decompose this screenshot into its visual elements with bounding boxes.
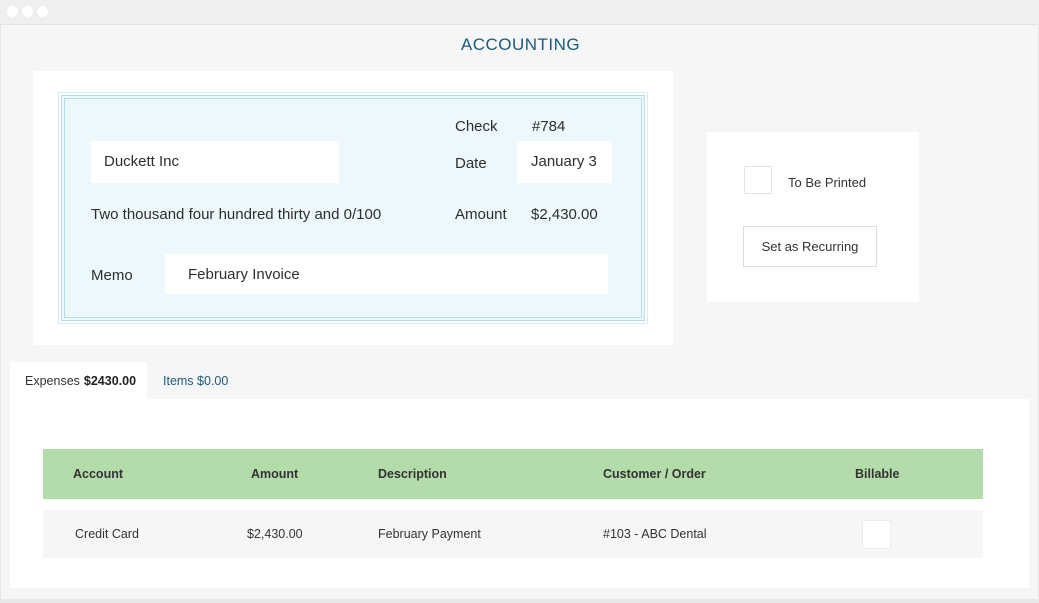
amount-label: Amount <box>455 206 507 223</box>
window-bottom-border <box>0 599 1039 603</box>
check-form: Check #784 Duckett Inc Date January 3 Tw… <box>58 92 648 324</box>
window-maximize-dot[interactable] <box>37 6 48 17</box>
memo-label: Memo <box>91 267 133 284</box>
cell-amount[interactable]: $2,430.00 <box>247 510 303 558</box>
tab-expenses-label: Expenses <box>25 374 80 388</box>
app-window: ACCOUNTING Check #784 Duckett Inc Date J… <box>0 25 1039 599</box>
column-header-customer-order: Customer / Order <box>603 467 706 481</box>
amount-in-words: Two thousand four hundred thirty and 0/1… <box>91 206 382 223</box>
cell-description[interactable]: February Payment <box>378 510 481 558</box>
tab-items-label: Items $0.00 <box>163 374 229 388</box>
column-header-description: Description <box>378 467 447 481</box>
payee-value: Duckett Inc <box>104 153 180 170</box>
check-number-label: Check <box>455 118 498 135</box>
amount-value[interactable]: $2,430.00 <box>531 206 598 223</box>
expenses-panel: Account Amount Description Customer / Or… <box>10 399 1029 588</box>
payee-field[interactable]: Duckett Inc <box>91 141 339 183</box>
table-row[interactable]: Credit Card $2,430.00 February Payment #… <box>43 510 983 558</box>
billable-checkbox[interactable] <box>862 520 891 549</box>
memo-field[interactable]: February Invoice <box>165 254 608 294</box>
check-options-panel: To Be Printed Set as Recurring <box>707 132 919 302</box>
window-close-dot[interactable] <box>7 6 18 17</box>
check-number-value: #784 <box>532 118 566 135</box>
memo-value: February Invoice <box>188 266 300 283</box>
table-header: Account Amount Description Customer / Or… <box>43 449 983 499</box>
check-panel: Check #784 Duckett Inc Date January 3 Tw… <box>33 71 673 345</box>
tab-expenses-amount: $2430.00 <box>83 374 137 388</box>
window-titlebar <box>0 0 1039 25</box>
cell-customer-order[interactable]: #103 - ABC Dental <box>603 510 707 558</box>
window-minimize-dot[interactable] <box>22 6 33 17</box>
to-be-printed-checkbox[interactable] <box>744 166 772 194</box>
date-value: January 3 <box>531 153 597 170</box>
tab-items[interactable]: Items $0.00 <box>147 362 267 400</box>
column-header-billable: Billable <box>855 467 900 481</box>
date-field[interactable]: January 3 <box>517 141 612 183</box>
cell-account[interactable]: Credit Card <box>75 510 139 558</box>
to-be-printed-label: To Be Printed <box>788 175 867 190</box>
date-label: Date <box>455 155 487 172</box>
tab-expenses[interactable]: Expenses $2430.00 <box>10 362 147 400</box>
column-header-amount: Amount <box>251 467 299 481</box>
page-title: ACCOUNTING <box>460 35 581 54</box>
set-as-recurring-button[interactable]: Set as Recurring <box>743 226 877 267</box>
column-header-account: Account <box>73 467 123 481</box>
